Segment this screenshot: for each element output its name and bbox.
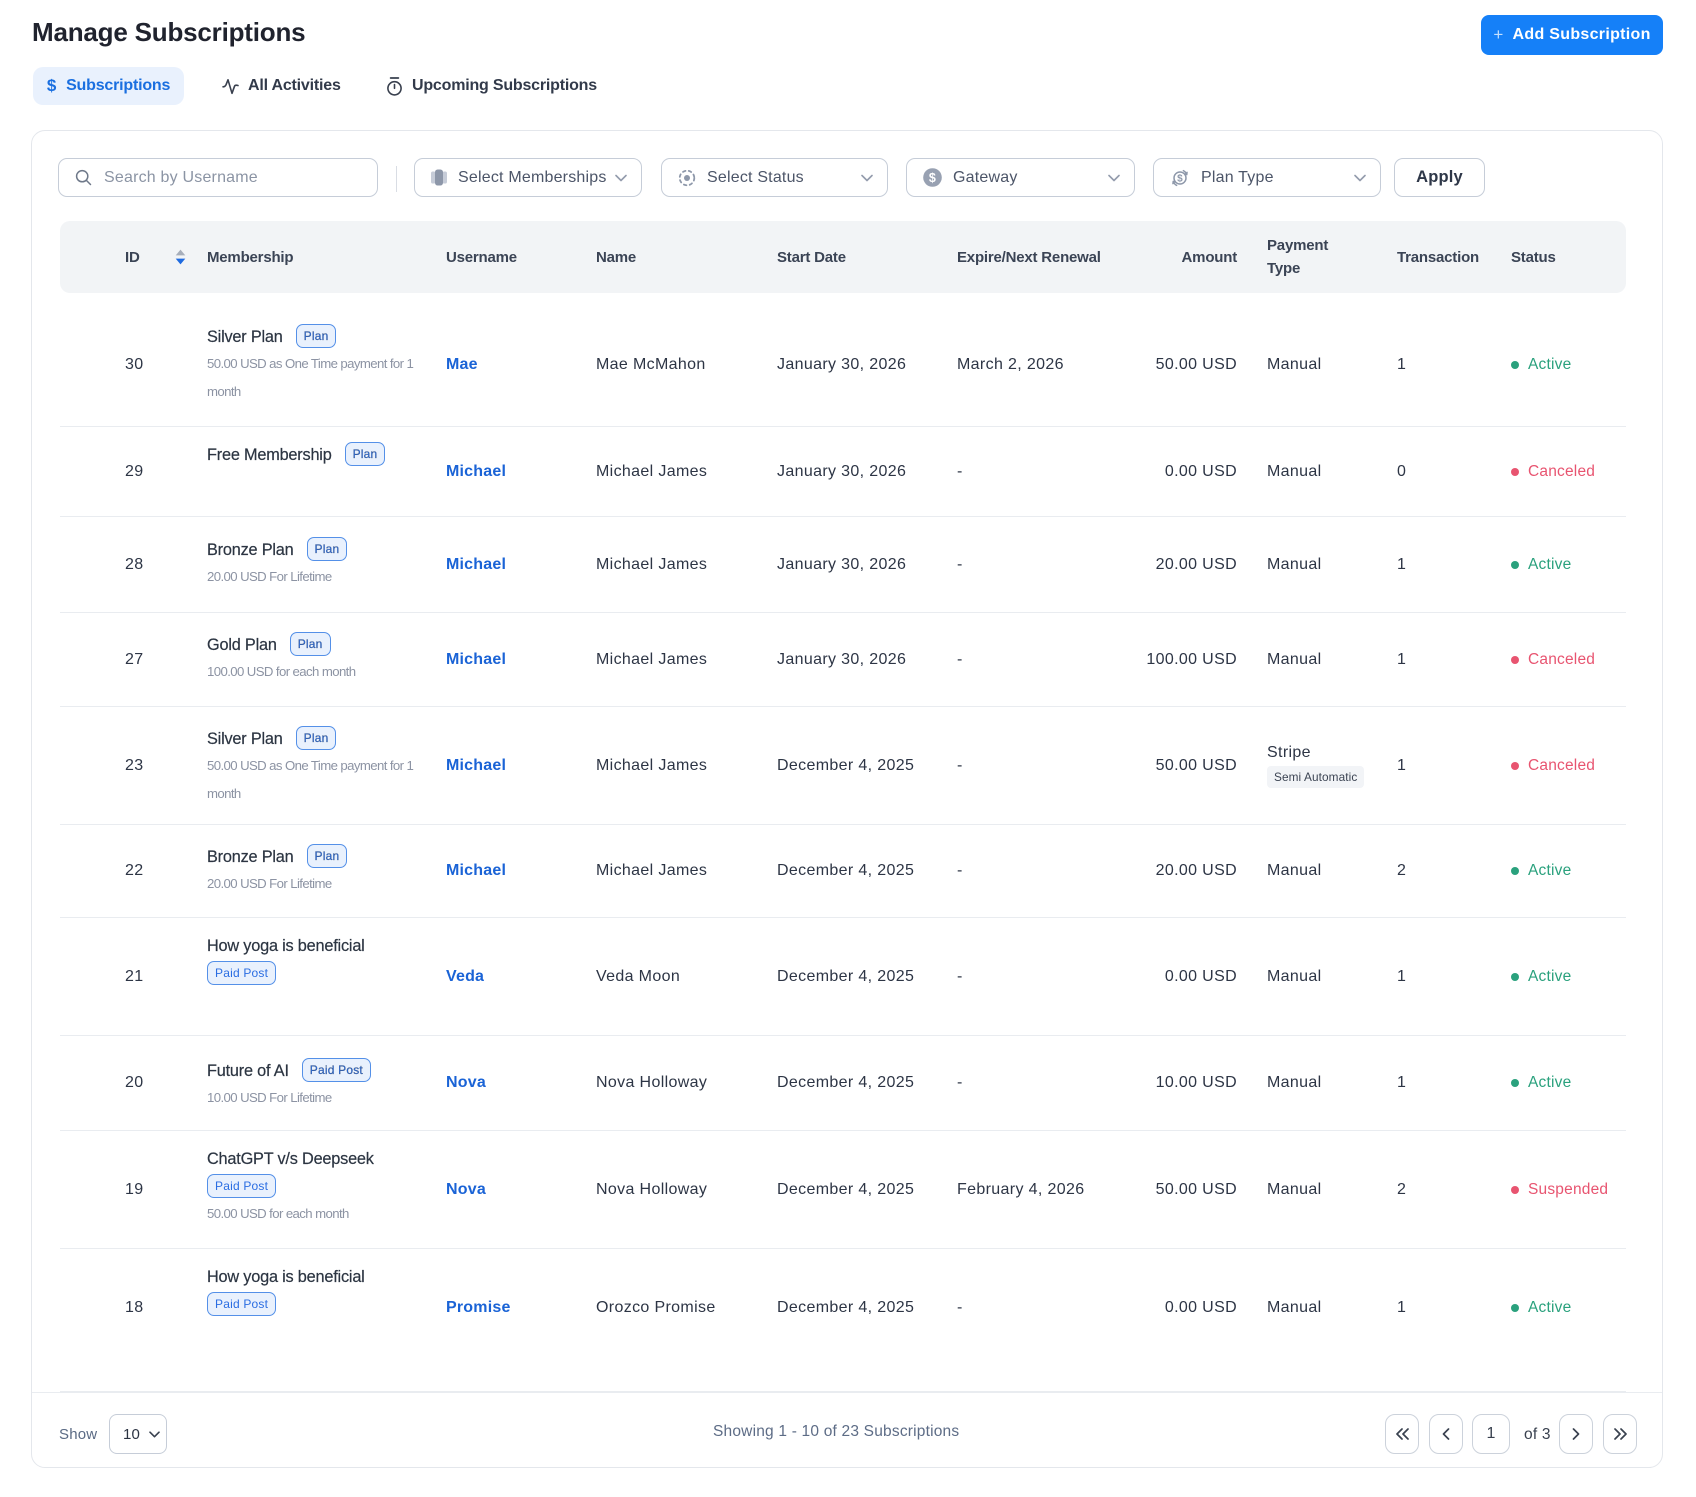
- svg-text:$: $: [929, 171, 936, 185]
- svg-text:$: $: [1177, 173, 1183, 184]
